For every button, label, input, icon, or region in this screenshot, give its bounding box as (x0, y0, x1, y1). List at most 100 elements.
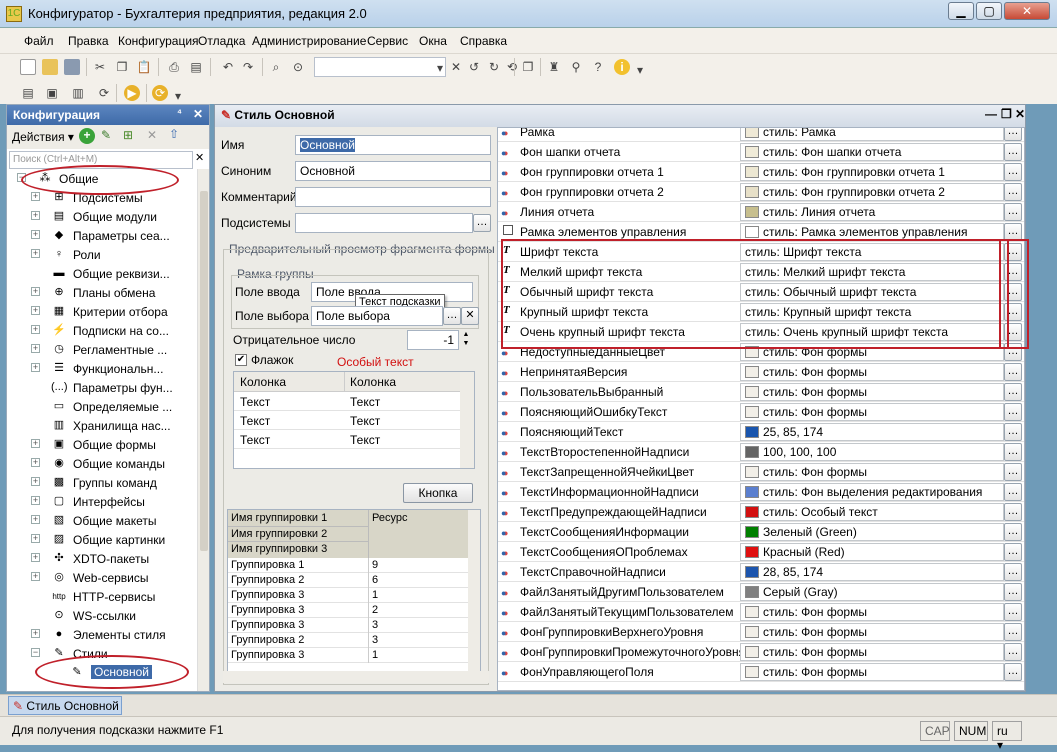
style-value-field[interactable]: стиль: Фон группировки отчета 1 (740, 163, 1004, 181)
style-value-field[interactable]: стиль: Фон группировки отчета 2 (740, 183, 1004, 201)
preview-icon[interactable]: ▤ (188, 59, 204, 75)
tree-item[interactable]: + ☰ Функциональн... (7, 359, 197, 378)
expand-icon[interactable]: + (31, 325, 40, 334)
chevron-down-icon[interactable]: ▾ (170, 88, 186, 104)
style-select-button[interactable]: … (1004, 143, 1022, 161)
name-field[interactable]: Основной (295, 135, 491, 155)
style-value-field[interactable]: 25, 85, 174 (740, 423, 1004, 441)
style-row[interactable]: ● ● ТекстЗапрещеннойЯчейкиЦвет стиль: Фон ф… (498, 462, 1024, 482)
style-select-button[interactable]: … (1004, 423, 1022, 441)
tree-item[interactable]: ⊙ WS-ссылки (7, 606, 197, 625)
tree-item[interactable]: + ▣ Общие формы (7, 435, 197, 454)
style-select-button[interactable]: … (1004, 403, 1022, 421)
style-select-button[interactable]: … (1004, 503, 1022, 521)
clear-search-icon[interactable]: ✕ (195, 151, 207, 169)
minimize-icon[interactable]: — (985, 107, 997, 121)
style-row[interactable]: ● ● ТекстСообщенияОПроблемах Красный (Red)… (498, 542, 1024, 562)
chevron-down-icon[interactable]: ▾ (432, 60, 448, 76)
add-child-icon[interactable]: ⊞ (123, 128, 133, 142)
expand-icon[interactable]: + (31, 211, 40, 220)
search-all-icon[interactable]: ⟲ (504, 59, 520, 75)
copy-icon[interactable]: ❐ (114, 59, 130, 75)
tree-item[interactable]: + ● Элементы стиля (7, 625, 197, 644)
table-row[interactable]: Текст Текст (234, 430, 460, 449)
style-select-button[interactable]: … (1004, 623, 1022, 641)
close-icon[interactable]: ✕ (1015, 107, 1025, 121)
search-forward-icon[interactable]: ↻ (486, 59, 502, 75)
style-select-button[interactable]: … (1004, 663, 1022, 681)
style-value-field[interactable]: стиль: Фон шапки отчета (740, 143, 1004, 161)
database-icon[interactable]: ▥ (70, 85, 86, 101)
table-scrollbar[interactable] (460, 372, 474, 468)
expand-icon[interactable]: + (31, 477, 40, 486)
tree-item[interactable]: + ◎ Web-сервисы (7, 568, 197, 587)
tree-item[interactable]: + ⊕ Планы обмена (7, 283, 197, 302)
style-select-button[interactable]: … (1004, 383, 1022, 401)
style-row[interactable]: ● ● Фон группировки отчета 2 стиль: Фон гру… (498, 182, 1024, 202)
move-up-icon[interactable]: ⇧ (169, 127, 179, 141)
tree-item[interactable]: + ▦ Критерии отбора (7, 302, 197, 321)
cut-icon[interactable]: ✂ (92, 59, 108, 75)
style-row[interactable]: ● ● ТекстИнформационнойНадписи стиль: Фон в… (498, 482, 1024, 502)
preview-table[interactable]: Колонка Колонка Текст Текст Текст Текст Текс… (233, 371, 475, 469)
expand-icon[interactable]: + (31, 629, 40, 638)
style-row[interactable]: ● ● ТекстПредупреждающейНадписи стиль: Особ… (498, 502, 1024, 522)
paste-icon[interactable]: 📋 (136, 59, 152, 75)
tree-item[interactable]: + ◷ Регламентные ... (7, 340, 197, 359)
report-scrollbar[interactable] (468, 510, 480, 672)
style-value-field[interactable]: Серый (Gray) (740, 583, 1004, 601)
wizard-icon[interactable]: ♜ (546, 59, 562, 75)
expand-icon[interactable]: + (31, 534, 40, 543)
delete-icon[interactable]: ✕ (147, 128, 157, 142)
style-row[interactable]: ● ● ТекстСообщенияИнформации Зеленый (Green… (498, 522, 1024, 542)
menu-debug[interactable]: Отладка (198, 34, 245, 48)
style-select-button[interactable]: … (1004, 583, 1022, 601)
negative-number-field[interactable]: -1 (407, 330, 459, 350)
tree-item[interactable]: + ◆ Параметры сеа... (7, 226, 197, 245)
style-select-button[interactable]: … (1004, 523, 1022, 541)
style-row[interactable]: ● ● ФонГруппировкиВерхнегоУровня стиль: Фон… (498, 622, 1024, 642)
menu-windows[interactable]: Окна (419, 34, 447, 48)
compare-icon[interactable]: ▣ (44, 85, 60, 101)
expand-icon[interactable]: + (31, 496, 40, 505)
tree-item[interactable]: + ✣ XDTO-пакеты (7, 549, 197, 568)
style-select-button[interactable]: … (1004, 183, 1022, 201)
find-in-tree-icon[interactable]: ⊙ (290, 59, 306, 75)
style-select-button[interactable]: … (1004, 603, 1022, 621)
restore-icon[interactable]: ❐ (1001, 107, 1012, 121)
tree-item[interactable]: http HTTP-сервисы (7, 587, 197, 606)
maximize-button[interactable]: ▢ (976, 2, 1002, 20)
style-select-button[interactable]: … (1004, 463, 1022, 481)
menu-service[interactable]: Сервис (367, 34, 408, 48)
style-row[interactable]: ● ● ФонГруппировкиПромежуточногоУровня стил… (498, 642, 1024, 662)
style-value-field[interactable]: стиль: Фон формы (740, 603, 1004, 621)
expand-icon[interactable]: + (31, 572, 40, 581)
expand-icon[interactable]: + (31, 344, 40, 353)
style-value-field[interactable]: стиль: Фон формы (740, 463, 1004, 481)
expand-icon[interactable]: + (31, 458, 40, 467)
expand-icon[interactable]: + (31, 306, 40, 315)
actions-menu[interactable]: Действия ▾ (12, 130, 74, 144)
search-combo[interactable] (314, 57, 446, 77)
menu-file[interactable]: Файл (24, 34, 54, 48)
new-icon[interactable] (20, 59, 36, 75)
close-icon[interactable]: ✕ (193, 107, 203, 121)
language-indicator[interactable]: ru ▾ (992, 721, 1022, 752)
select-dots-button[interactable]: … (443, 307, 461, 325)
pin-icon[interactable]: ⁴ (177, 108, 182, 119)
chevron-down-icon[interactable]: ▾ (632, 62, 648, 78)
menu-edit[interactable]: Правка (68, 34, 109, 48)
expand-icon[interactable]: + (31, 363, 40, 372)
tree-item[interactable]: + ◉ Общие команды (7, 454, 197, 473)
style-value-field[interactable]: стиль: Линия отчета (740, 203, 1004, 221)
style-value-field[interactable]: стиль: Фон формы (740, 643, 1004, 661)
preview-hscrollbar[interactable] (223, 671, 489, 683)
style-select-button[interactable]: … (1004, 203, 1022, 221)
tree-item[interactable]: + ♀ Роли (7, 245, 197, 264)
style-value-field[interactable]: стиль: Особый текст (740, 503, 1004, 521)
style-row[interactable]: ● ● Фон группировки отчета 1 стиль: Фон гру… (498, 162, 1024, 182)
style-row[interactable]: ● ● ФайлЗанятыйТекущимПользователем стиль: … (498, 602, 1024, 622)
syntax-helper-icon[interactable]: ⚲ (568, 59, 584, 75)
add-icon[interactable]: + (79, 128, 95, 144)
expand-icon[interactable]: + (31, 249, 40, 258)
